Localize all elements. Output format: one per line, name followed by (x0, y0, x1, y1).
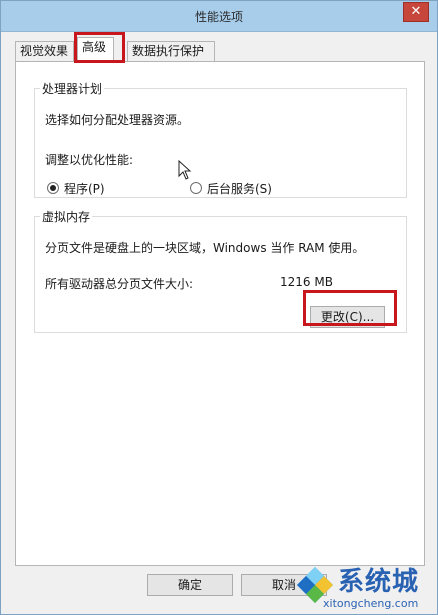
total-paging-file-label: 所有驱动器总分页文件大小: (45, 277, 194, 291)
close-button[interactable]: ✕ (403, 2, 429, 22)
background-services-radio-label[interactable]: 后台服务(S) (207, 180, 272, 197)
watermark-text: 系统城 (338, 567, 420, 597)
watermark-url: xitongcheng.com (323, 597, 419, 610)
ok-button[interactable]: 确定 (147, 574, 233, 596)
background-services-radio[interactable] (190, 182, 202, 194)
adjust-performance-label: 调整以优化性能: (45, 153, 134, 167)
change-button-highlight-box (303, 290, 397, 326)
processor-scheduling-legend: 处理器计划 (42, 82, 103, 96)
processor-scheduling-group: 处理器计划 选择如何分配处理器资源。 调整以优化性能: 程序(P) 后台服务(S… (34, 80, 407, 198)
title-bar[interactable]: 性能选项 ✕ (1, 1, 437, 32)
programs-radio-label[interactable]: 程序(P) (64, 180, 105, 197)
processor-description: 选择如何分配处理器资源。 (45, 113, 190, 127)
tab-visual-effects[interactable]: 视觉效果 (15, 41, 74, 61)
programs-radio[interactable] (47, 182, 59, 194)
close-icon: ✕ (410, 4, 422, 19)
total-paging-file-value: 1216 MB (280, 275, 333, 289)
virtual-memory-description: 分页文件是硬盘上的一块区域，Windows 当作 RAM 使用。 (45, 241, 365, 255)
virtual-memory-legend: 虚拟内存 (42, 210, 91, 224)
tab-highlight-box (74, 32, 125, 63)
tab-data-execution-prevention[interactable]: 数据执行保护 (127, 41, 215, 61)
performance-options-window: 性能选项 ✕ 视觉效果 高级 数据执行保护 处理器计划 选择如何分配处理器资源。… (0, 0, 438, 615)
window-title: 性能选项 (194, 10, 243, 24)
mouse-pointer-icon (178, 160, 192, 180)
site-watermark: 系统城 xitongcheng.com (293, 561, 438, 615)
